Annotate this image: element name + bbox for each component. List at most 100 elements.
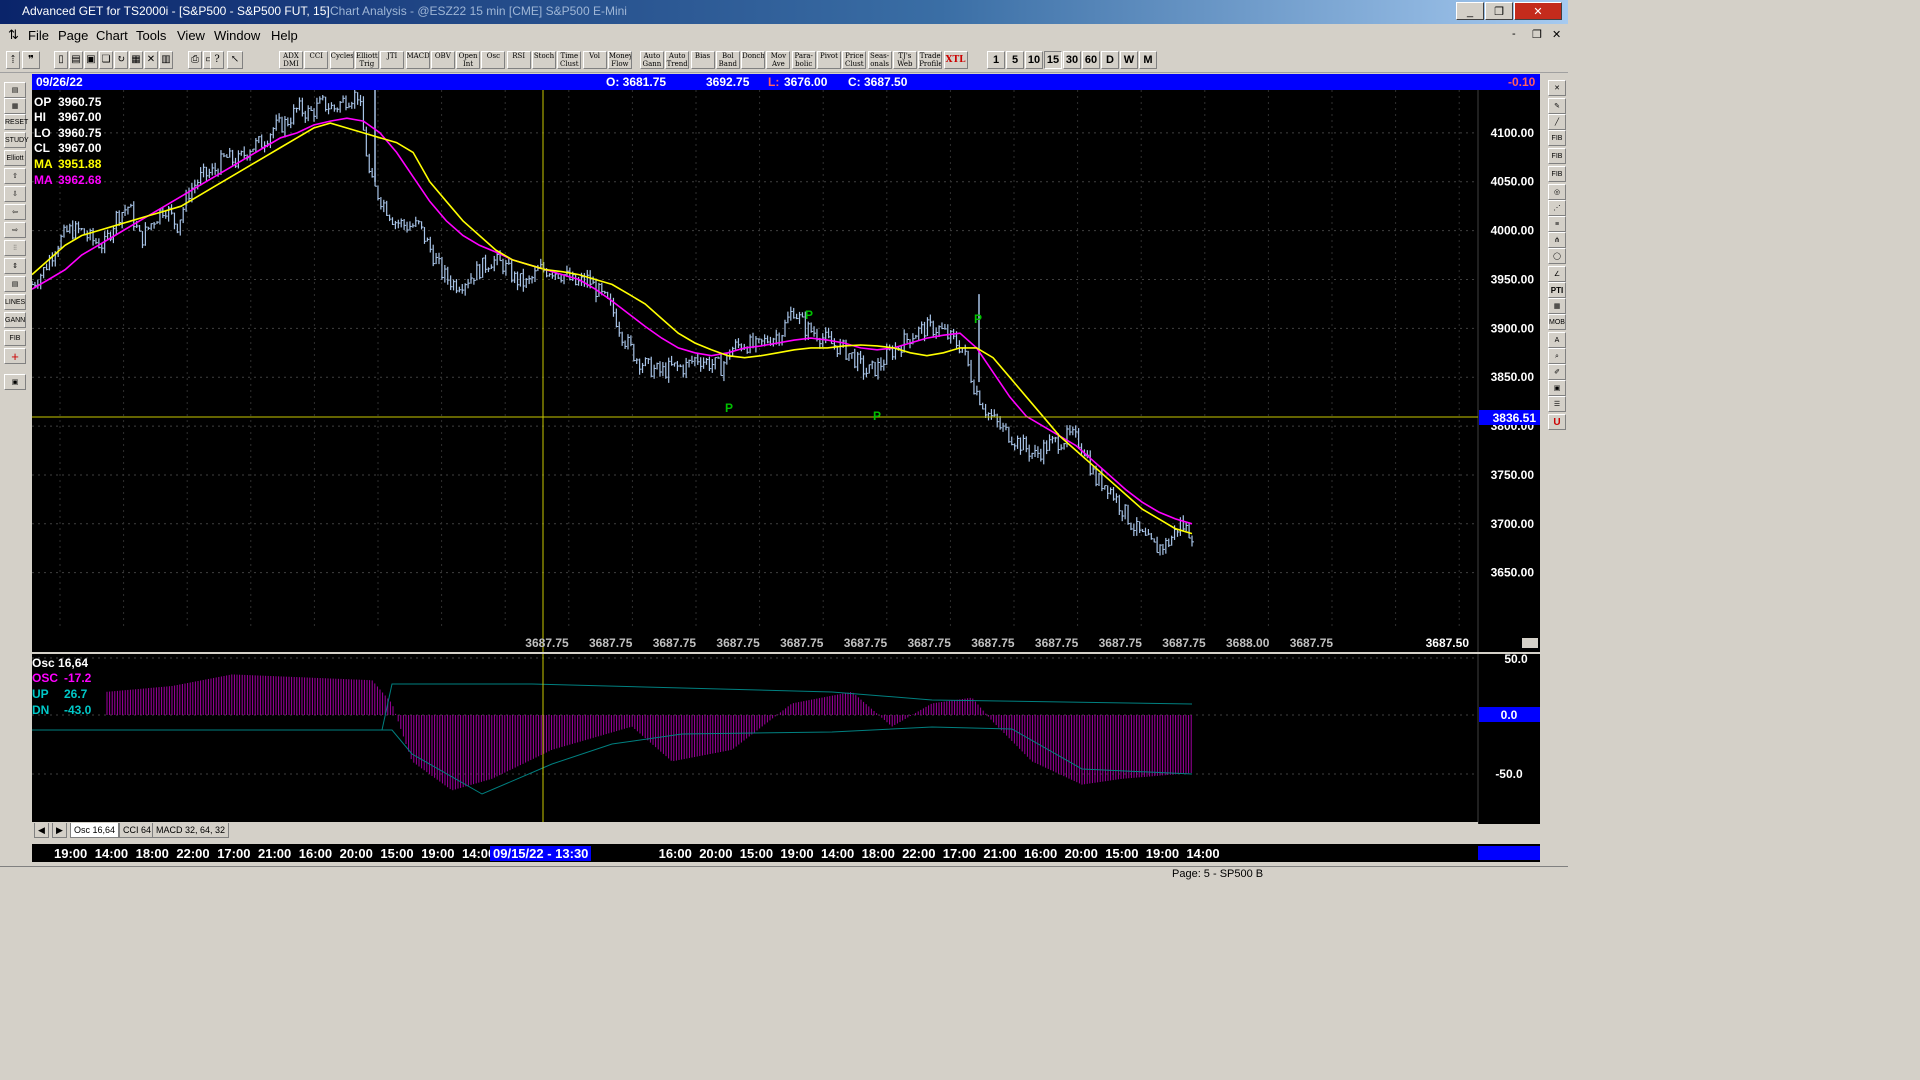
calculator-icon[interactable]: ▣ bbox=[1548, 380, 1566, 396]
mdi-minimize-button[interactable]: - bbox=[1512, 28, 1516, 40]
interval-button-d[interactable]: D bbox=[1101, 51, 1119, 69]
menu-file[interactable]: File bbox=[28, 28, 49, 43]
study-button-auto-gann[interactable]: Auto Gann bbox=[639, 51, 664, 69]
study-button-elliott-trig[interactable]: Elliott Trig bbox=[354, 51, 379, 69]
mdi-restore-button[interactable]: ❐ bbox=[1532, 28, 1542, 41]
menu-help[interactable]: Help bbox=[271, 28, 298, 43]
fan-icon[interactable]: ⋰ bbox=[1548, 200, 1566, 216]
ellipse-icon[interactable]: ◯ bbox=[1548, 248, 1566, 264]
study-button-bias[interactable]: Bias bbox=[690, 51, 715, 69]
tab-osc[interactable]: Osc 16,64 bbox=[70, 823, 120, 838]
angle-icon[interactable]: ∠ bbox=[1548, 266, 1566, 282]
study-button-mov-ave[interactable]: Mov Ave bbox=[766, 51, 791, 69]
study-button-osc[interactable]: Osc bbox=[481, 51, 506, 69]
study-button-trade-profile[interactable]: Trade Profile bbox=[918, 51, 943, 69]
save-icon[interactable]: ▣ bbox=[84, 51, 98, 69]
study-button-auto-trend[interactable]: Auto Trend bbox=[665, 51, 690, 69]
restore-button[interactable]: ❐ bbox=[1485, 2, 1513, 20]
interval-button-15[interactable]: 15 bbox=[1044, 51, 1062, 69]
channel-icon[interactable]: ≡ bbox=[1548, 216, 1566, 232]
context-help-icon[interactable]: ↖ bbox=[227, 51, 243, 69]
tab-cci[interactable]: CCI 64 bbox=[119, 823, 156, 838]
study-button-bol-band[interactable]: Bol Band bbox=[715, 51, 740, 69]
arrow-left-icon[interactable]: ⇦ bbox=[4, 204, 26, 220]
study-button-parabolic[interactable]: Para- bolic bbox=[791, 51, 816, 69]
elliott-icon[interactable]: Elliott bbox=[4, 150, 26, 166]
study-button-xtl[interactable]: XTL bbox=[943, 51, 968, 69]
list-icon[interactable]: ☰ bbox=[1548, 396, 1566, 412]
menu-window[interactable]: Window bbox=[214, 28, 260, 43]
interval-button-10[interactable]: 10 bbox=[1025, 51, 1043, 69]
trendline-icon[interactable]: ╱ bbox=[1548, 114, 1566, 130]
pitchfork-icon[interactable]: ⋔ bbox=[1548, 232, 1566, 248]
mob-icon[interactable]: MOB bbox=[1548, 314, 1566, 330]
grid-tool-icon[interactable]: ▦ bbox=[1548, 298, 1566, 314]
window-icon[interactable]: ▤ bbox=[4, 276, 26, 292]
lines-icon[interactable]: LINES bbox=[4, 294, 26, 310]
study-button-price-clust[interactable]: Price Clust bbox=[842, 51, 867, 69]
bars-icon[interactable]: ⫶⫶ bbox=[4, 240, 26, 256]
study-icon[interactable]: STUDY bbox=[4, 132, 29, 148]
zoom-icon[interactable]: ⌕ bbox=[1548, 348, 1566, 364]
pti-icon[interactable]: PTI bbox=[1548, 282, 1566, 298]
copy-icon[interactable]: ❏ bbox=[99, 51, 113, 69]
close-button[interactable]: ✕ bbox=[1514, 2, 1562, 20]
study-button-money-flow[interactable]: Money Flow bbox=[607, 51, 632, 69]
menu-page[interactable]: Page bbox=[58, 28, 88, 43]
fib-icon[interactable]: FIB bbox=[4, 330, 26, 346]
interval-button-1[interactable]: 1 bbox=[987, 51, 1005, 69]
gann-icon[interactable]: GANN bbox=[4, 312, 26, 328]
pencil-icon[interactable]: ✎ bbox=[1548, 98, 1566, 114]
fib-time-icon[interactable]: FIB bbox=[1548, 166, 1566, 182]
study-button-open-int[interactable]: Open Int bbox=[456, 51, 481, 69]
interval-button-30[interactable]: 30 bbox=[1063, 51, 1081, 69]
properties-icon[interactable]: ▣ bbox=[4, 374, 26, 390]
study-button-vol[interactable]: Vol bbox=[582, 51, 607, 69]
pointer-icon[interactable]: ⇡ bbox=[6, 51, 20, 69]
price-chart[interactable]: 4150.00 4100.00 4050.00 4000.00 3950.00 3900.… bbox=[32, 90, 1540, 652]
text-tool-icon[interactable]: A bbox=[1548, 332, 1566, 348]
menu-chart[interactable]: Chart bbox=[96, 28, 128, 43]
arrow-up-icon[interactable]: ⇧ bbox=[4, 168, 26, 184]
study-button-stoch[interactable]: Stoch bbox=[532, 51, 556, 69]
cancel-draw-icon[interactable]: ✕ bbox=[1548, 80, 1566, 96]
study-button-donch[interactable]: Donch bbox=[741, 51, 766, 69]
brush-icon[interactable]: ✐ bbox=[1548, 364, 1566, 380]
arrange-icon[interactable]: ▦ bbox=[4, 98, 26, 114]
menu-view[interactable]: View bbox=[177, 28, 205, 43]
crosshair-icon[interactable]: + bbox=[4, 348, 26, 364]
refresh-icon[interactable]: ↻ bbox=[114, 51, 128, 69]
window-title-bar[interactable]: Advanced GET for TS2000i - [S&P500 - S&P… bbox=[0, 0, 1568, 24]
tab-macd[interactable]: MACD 32, 64, 32 bbox=[152, 823, 230, 838]
app-icon[interactable]: ⇅ bbox=[8, 27, 19, 43]
study-button-seasonals[interactable]: Seas- onals bbox=[867, 51, 892, 69]
quote-icon[interactable]: ❞ bbox=[22, 51, 40, 69]
open-icon[interactable]: ▤ bbox=[69, 51, 83, 69]
mdi-close-button[interactable]: ✕ bbox=[1552, 28, 1561, 41]
reset-icon[interactable]: RESET bbox=[4, 114, 28, 130]
print-icon[interactable]: ⎙ bbox=[188, 51, 202, 69]
menu-tools[interactable]: Tools bbox=[136, 28, 166, 43]
compress-icon[interactable]: ⇕ bbox=[4, 258, 26, 274]
grid-icon[interactable]: ▦ bbox=[129, 51, 143, 69]
interval-button-w[interactable]: W bbox=[1120, 51, 1138, 69]
fib-ret-icon[interactable]: FIB bbox=[1548, 130, 1566, 146]
study-button-rsi[interactable]: RSI bbox=[506, 51, 531, 69]
interval-button-m[interactable]: M bbox=[1139, 51, 1157, 69]
minimize-button[interactable]: _ bbox=[1456, 2, 1484, 20]
study-button-cci[interactable]: CCI bbox=[304, 51, 329, 69]
layout-icon[interactable]: ▥ bbox=[159, 51, 173, 69]
study-button-pivot[interactable]: Pivot bbox=[817, 51, 841, 69]
tab-scroll-right[interactable]: ▶ bbox=[52, 823, 67, 838]
arrow-right-icon[interactable]: ⇨ bbox=[4, 222, 26, 238]
tab-scroll-left[interactable]: ◀ bbox=[34, 823, 49, 838]
interval-button-60[interactable]: 60 bbox=[1082, 51, 1100, 69]
arrow-down-icon[interactable]: ⇩ bbox=[4, 186, 26, 202]
help-icon[interactable]: ? bbox=[210, 51, 224, 69]
study-button-obv[interactable]: OBV bbox=[430, 51, 455, 69]
undo-draw-icon[interactable]: U bbox=[1548, 414, 1566, 430]
open-chart-icon[interactable]: ▤ bbox=[4, 82, 26, 98]
interval-button-5[interactable]: 5 bbox=[1006, 51, 1024, 69]
study-button-tjs-web[interactable]: TJ's Web bbox=[892, 51, 917, 69]
study-button-jti[interactable]: JTI bbox=[380, 51, 405, 69]
